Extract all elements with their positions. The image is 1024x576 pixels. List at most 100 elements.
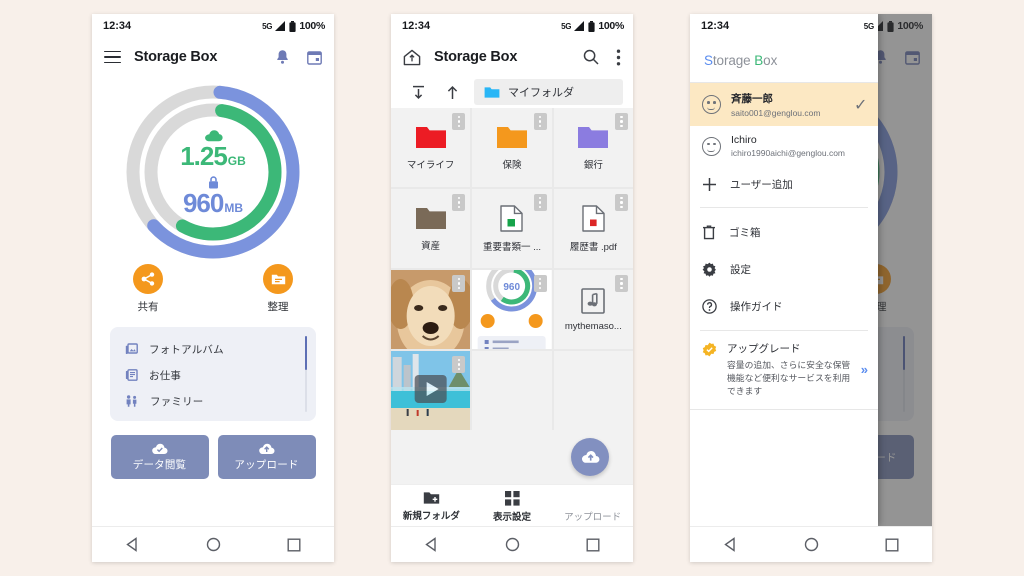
drawer-item-label: 設定 [730, 264, 751, 276]
file-name: 保険 [502, 159, 522, 171]
file-cell[interactable]: 資産 [391, 189, 471, 268]
list-item[interactable]: お仕事 [110, 362, 316, 388]
list-item[interactable]: ファミリー [110, 388, 316, 414]
account-name: 斉藤一郎 [731, 93, 773, 105]
android-nav-bar [391, 526, 633, 562]
phone-screen-files: 12:34 5G 100% Storage Box マイフォルダ マイライフ 保… [391, 14, 633, 562]
inner-storage-value: 960 [182, 187, 224, 218]
more-vertical-icon[interactable] [452, 275, 466, 292]
square-recents-icon[interactable] [885, 538, 899, 552]
file-cell[interactable]: 保険 [472, 108, 552, 187]
battery-icon [588, 20, 595, 32]
avatar [702, 136, 721, 156]
plus-icon [703, 178, 716, 191]
view-settings-action[interactable]: 表示設定 [472, 490, 553, 523]
add-user-item[interactable]: ユーザー追加 [690, 166, 878, 203]
more-vertical-icon[interactable] [616, 49, 621, 66]
more-vertical-icon[interactable] [533, 194, 547, 211]
upgrade-arrow-icon[interactable]: » [861, 362, 868, 377]
scrollbar-thumb[interactable] [304, 336, 307, 370]
screen-home: 12:34 5G 100% Storage Box 1.25 GB 960 MB… [92, 14, 334, 526]
list-item-label: フォトアルバム [149, 343, 224, 356]
status-bar: 12:34 5G 100% [92, 14, 334, 38]
more-vertical-icon[interactable] [533, 113, 547, 130]
outer-storage-value: 1.25 [180, 140, 228, 171]
account-item-selected[interactable]: 斉藤一郎 saito001@genglou.com ✓ [690, 83, 878, 126]
more-vertical-icon[interactable] [615, 275, 628, 292]
quick-action-share[interactable]: 共有 [133, 264, 163, 314]
file-name: 重要書類一 ... [482, 241, 542, 253]
more-vertical-icon[interactable] [615, 113, 628, 130]
status-time: 12:34 [402, 20, 431, 32]
go-to-root-icon[interactable] [401, 85, 435, 100]
triangle-back-icon[interactable] [424, 537, 439, 552]
circle-home-icon[interactable] [206, 537, 221, 552]
square-recents-icon[interactable] [586, 538, 600, 552]
new-folder-action[interactable]: 新規フォルダ [391, 491, 472, 522]
circle-home-icon[interactable] [505, 537, 520, 552]
upload-button[interactable]: アップロード [217, 435, 316, 479]
more-vertical-icon[interactable] [452, 194, 466, 211]
bottom-bar-label: 新規フォルダ [402, 511, 460, 522]
go-up-icon[interactable] [435, 85, 469, 100]
drawer-item-guide[interactable]: 操作ガイド [690, 288, 878, 325]
more-vertical-icon[interactable] [533, 275, 547, 292]
app-title: Storage Box [134, 49, 218, 65]
browse-data-button[interactable]: データ閲覧 [110, 435, 209, 479]
drawer-item-trash[interactable]: ゴミ箱 [690, 214, 878, 251]
network-label: 5G [262, 21, 273, 31]
signal-icon [275, 21, 286, 31]
arrow-1: » [860, 361, 868, 377]
drawer-item-settings[interactable]: 設定 [690, 251, 878, 288]
file-cell[interactable]: 銀行 [553, 108, 633, 187]
bottom-bar-label: 表示設定 [493, 511, 532, 523]
phone-screen-home: 12:34 5G 100% Storage Box 1.25 GB 960 MB… [92, 14, 334, 562]
help-icon [702, 299, 717, 314]
add-user-label: ユーザー追加 [730, 179, 793, 191]
home-up-icon[interactable] [403, 49, 421, 66]
folder-shortcut-list[interactable]: フォトアルバム お仕事 ファミリー [110, 327, 316, 421]
signal-icon [574, 21, 585, 31]
app-title: Storage Box [434, 49, 518, 65]
cloud-upload-icon [259, 443, 275, 454]
file-cell[interactable]: マイライフ [391, 108, 471, 187]
quick-action-organize[interactable]: 整理 [263, 264, 293, 314]
logo-part-2: torage [712, 52, 755, 68]
more-vertical-icon[interactable] [452, 356, 466, 373]
battery-percent: 100% [598, 20, 624, 32]
calendar-icon[interactable] [307, 50, 322, 65]
triangle-back-icon[interactable] [125, 537, 140, 552]
upgrade-title: アップグレード [727, 343, 801, 355]
file-cell[interactable]: 重要書類一 ... [472, 189, 552, 268]
square-recents-icon[interactable] [287, 538, 301, 552]
organize-button[interactable] [263, 264, 293, 294]
trash-icon [703, 225, 715, 240]
upload-action[interactable]: アップロード [552, 491, 633, 523]
file-cell[interactable]: 履歴書 .pdf [553, 189, 633, 268]
triangle-back-icon[interactable] [723, 537, 738, 552]
bell-icon[interactable] [275, 49, 290, 65]
svg-text:960: 960 [504, 282, 521, 293]
account-item[interactable]: Ichiro ichiro1990aichi@genglou.com [690, 126, 878, 166]
upload-fab[interactable] [571, 438, 609, 476]
breadcrumb-current-folder[interactable]: マイフォルダ [474, 79, 623, 105]
search-icon[interactable] [583, 49, 599, 65]
folder-icon [415, 207, 446, 229]
file-cell-screenshot[interactable]: 960 [472, 270, 552, 349]
list-item[interactable]: フォトアルバム [110, 336, 316, 362]
cloud-check-icon [152, 443, 168, 454]
more-vertical-icon[interactable] [452, 113, 466, 130]
share-button[interactable] [133, 264, 163, 294]
button-label: アップロード [234, 458, 299, 471]
more-vertical-icon[interactable] [615, 194, 628, 211]
circle-home-icon[interactable] [804, 537, 819, 552]
quick-action-label: 整理 [267, 301, 289, 313]
hamburger-menu-icon[interactable] [104, 50, 121, 64]
upgrade-banner[interactable]: アップグレード 容量の追加、さらに安全な保管機能など便利なサービスを利用できます… [690, 331, 878, 409]
file-cell-photo-dog[interactable] [391, 270, 471, 349]
account-text: 斉藤一郎 saito001@genglou.com [731, 91, 844, 118]
drawer-item-label: ゴミ箱 [729, 227, 761, 239]
file-cell-video[interactable] [391, 351, 471, 430]
breadcrumb: マイフォルダ [391, 76, 633, 108]
file-cell-audio[interactable]: mythemaso... [553, 270, 633, 349]
